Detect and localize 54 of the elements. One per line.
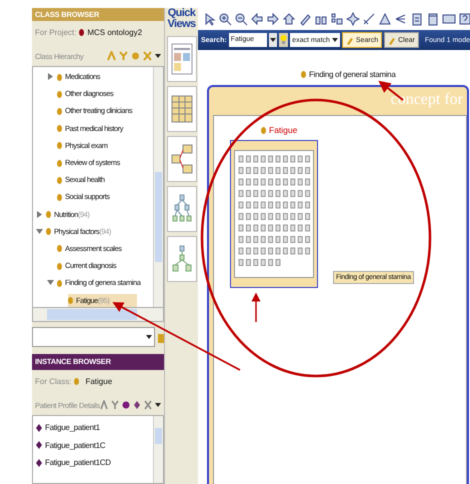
forward-icon[interactable] (266, 12, 280, 26)
monitor-icon[interactable] (442, 12, 456, 26)
expand-arrow-icon[interactable] (47, 73, 54, 80)
notepad-icon[interactable] (426, 12, 440, 26)
pencil-icon[interactable] (298, 12, 312, 26)
diamond-icon (36, 441, 42, 450)
project-name: MCS ontology2 (87, 28, 142, 36)
vertical-scrollbar[interactable] (153, 416, 163, 483)
pencil-icon (388, 36, 396, 44)
class-name: Fatigue (85, 376, 112, 386)
dropdown-field[interactable] (32, 327, 155, 347)
star-icon[interactable] (346, 12, 360, 26)
horizontal-scrollbar[interactable] (32, 308, 164, 322)
vertical-scrollbar[interactable] (153, 67, 163, 307)
triangle-icon[interactable] (378, 12, 392, 26)
class-label: For Class: (35, 376, 72, 386)
create-instance-icon[interactable] (100, 400, 108, 410)
line-icon[interactable] (362, 12, 376, 26)
instance-item[interactable]: Fatigue_patient1 (33, 419, 153, 436)
tree-view-icon[interactable] (166, 236, 196, 282)
table-view-icon[interactable] (166, 86, 196, 132)
tree-icon[interactable] (394, 12, 408, 26)
annotation-text: concept for (390, 91, 463, 109)
zoom-in-icon[interactable] (218, 12, 232, 26)
clipboard-icon[interactable] (410, 12, 424, 26)
node-label: Finding of general stamina (301, 70, 396, 79)
hierarchy-view-icon[interactable] (166, 186, 196, 232)
home-icon[interactable] (282, 12, 296, 26)
class-icon (74, 378, 80, 384)
graph-view-icon[interactable] (166, 136, 196, 182)
collapse-arrow-icon[interactable] (36, 228, 43, 235)
collapse-arrow-icon[interactable] (47, 279, 54, 286)
back-icon[interactable] (250, 12, 264, 26)
form-view-icon[interactable] (166, 36, 196, 82)
zoom-out-icon[interactable] (234, 12, 248, 26)
help-icon[interactable] (458, 12, 470, 26)
pencil-icon (346, 36, 354, 44)
diamond-icon (36, 458, 42, 467)
class-node[interactable] (230, 140, 318, 288)
diamond-icon (36, 424, 42, 432)
annotation-arrow (252, 292, 260, 322)
expand-arrow-icon[interactable] (36, 210, 43, 218)
caret-icon[interactable] (332, 37, 338, 43)
burst-icon[interactable] (122, 400, 130, 410)
grid-icon[interactable] (330, 12, 344, 26)
project-label: For Project: (35, 28, 76, 36)
node-label: Fatigue (261, 125, 298, 135)
project-icon (79, 28, 84, 36)
instance-item[interactable]: Fatigue_patient1C (33, 436, 153, 454)
diamond-icon[interactable] (133, 400, 141, 410)
quick-views-title: Quick Views (166, 8, 196, 30)
instance-item[interactable]: Fatigue_patient1CD (33, 454, 153, 472)
lightbulb-icon[interactable] (279, 33, 288, 47)
caret-icon[interactable] (146, 334, 152, 340)
